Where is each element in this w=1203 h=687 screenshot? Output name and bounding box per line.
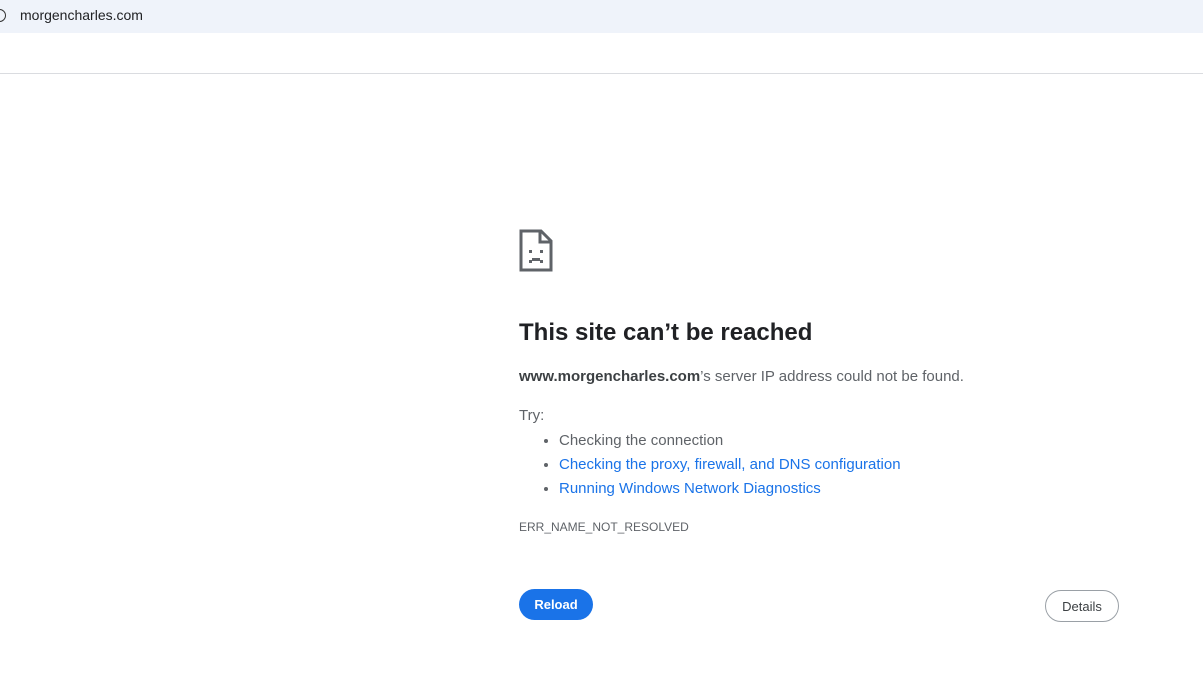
check-proxy-link[interactable]: Checking the proxy, firewall, and DNS co… [559, 456, 901, 473]
network-diagnostics-link[interactable]: Running Windows Network Diagnostics [559, 480, 821, 497]
suggestion-network-diagnostics: Running Windows Network Diagnostics [559, 477, 901, 501]
error-summary: www.morgencharles.com’s server IP addres… [519, 368, 964, 385]
suggestions-list: Checking the connection Checking the pro… [519, 429, 901, 501]
details-button[interactable]: Details [1045, 590, 1119, 622]
suggestion-check-proxy: Checking the proxy, firewall, and DNS co… [559, 453, 901, 477]
url-text[interactable]: morgencharles.com [20, 7, 143, 23]
reload-button[interactable]: Reload [519, 589, 593, 620]
sad-page-icon [519, 229, 553, 272]
error-title: This site can’t be reached [519, 319, 813, 346]
host-name: www.morgencharles.com [519, 368, 701, 385]
toolbar-strip [0, 33, 1203, 74]
info-icon[interactable] [0, 9, 6, 22]
suggestion-check-connection: Checking the connection [559, 429, 901, 453]
address-bar: morgencharles.com [0, 0, 1203, 33]
summary-text: ’s server IP address could not be found. [700, 368, 964, 385]
try-label: Try: [519, 407, 545, 424]
error-code: ERR_NAME_NOT_RESOLVED [519, 520, 689, 534]
